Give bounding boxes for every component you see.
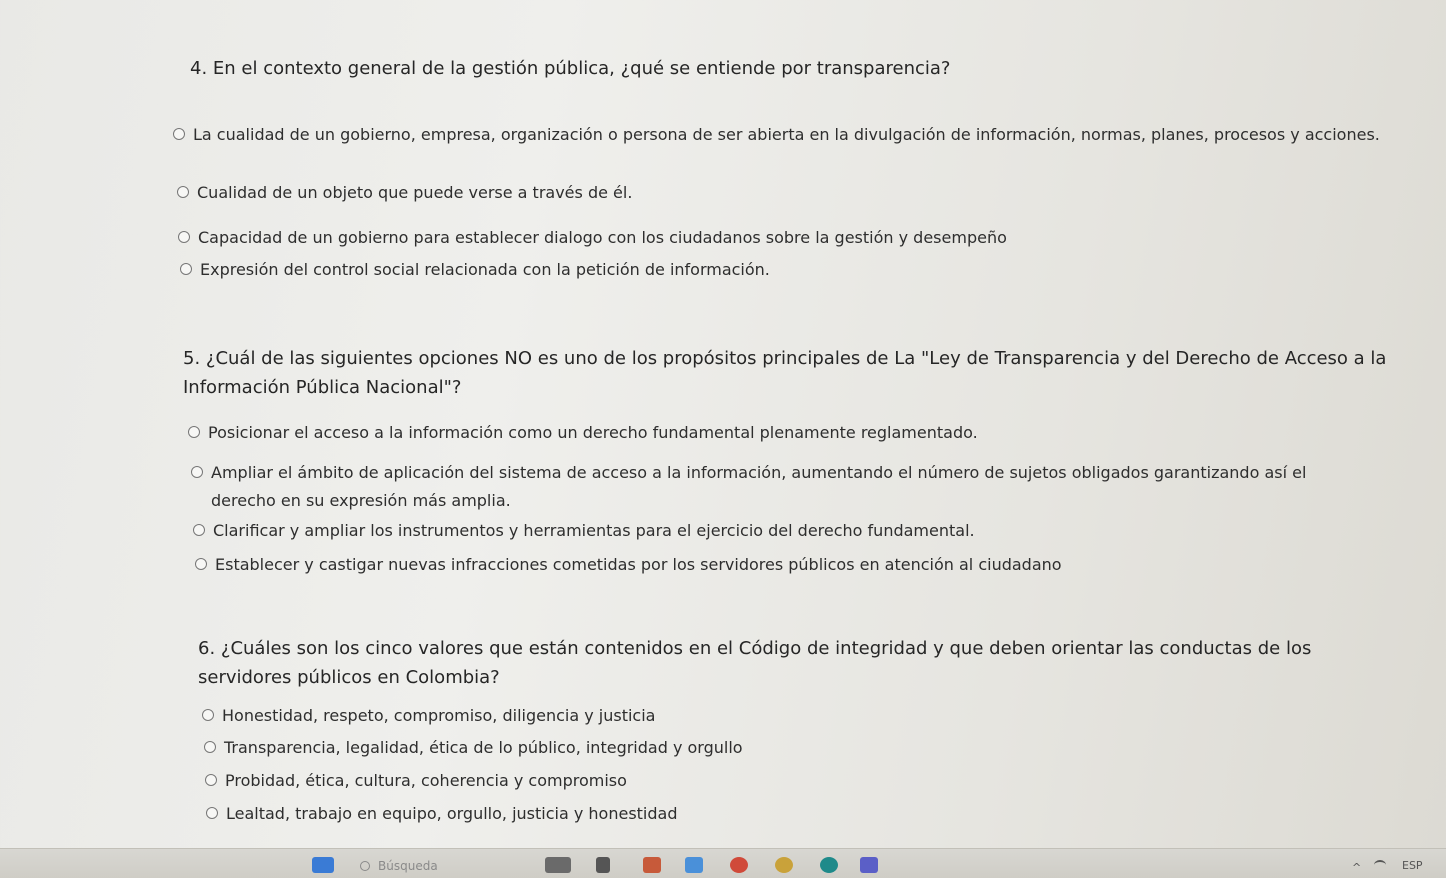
option-label: Establecer y castigar nuevas infraccione… [215,555,1062,574]
radio-button[interactable] [202,709,214,721]
radio-button[interactable] [206,807,218,819]
option-label: Cualidad de un objeto que puede verse a … [197,183,633,202]
question-6-title: 6. ¿Cuáles son los cinco valores que est… [198,638,1312,688]
search-icon [360,861,370,871]
question-4-title: 4. En el contexto general de la gestión … [190,58,951,79]
chevron-up-icon[interactable]: ^ [1352,861,1361,874]
radio-button[interactable] [204,741,216,753]
option-label: Clarificar y ampliar los instrumentos y … [213,521,975,540]
radio-button[interactable] [178,231,190,243]
radio-button[interactable] [205,774,217,786]
language-indicator[interactable]: ESP [1402,859,1423,872]
option-label: Posicionar el acceso a la información co… [208,423,978,442]
question-6-option-2[interactable]: Transparencia, legalidad, ética de lo pú… [204,734,1124,762]
app-icon[interactable] [643,857,661,873]
question-4-option-4[interactable]: Expresión del control social relacionada… [180,256,1350,284]
question-5-option-4[interactable]: Establecer y castigar nuevas infraccione… [195,551,1365,579]
radio-button[interactable] [188,426,200,438]
question-4-option-2[interactable]: Cualidad de un objeto que puede verse a … [177,179,1347,207]
option-label: Expresión del control social relacionada… [200,260,770,279]
teams-icon[interactable] [820,857,838,873]
store-icon[interactable] [685,857,703,873]
option-label: Lealtad, trabajo en equipo, orgullo, jus… [226,804,678,823]
radio-button[interactable] [191,466,203,478]
question-6-option-3[interactable]: Probidad, ética, cultura, coherencia y c… [205,767,1125,795]
option-label: Capacidad de un gobierno para establecer… [198,228,1007,247]
question-5-title: 5. ¿Cuál de las siguientes opciones NO e… [183,348,1387,398]
messaging-icon[interactable] [860,857,878,873]
question-4-option-3[interactable]: Capacidad de un gobierno para establecer… [178,224,1348,252]
taskbar: Búsqueda ^ ESP [0,848,1446,878]
file-explorer-icon[interactable] [596,857,610,873]
question-5-option-3[interactable]: Clarificar y ampliar los instrumentos y … [193,517,1363,545]
question-6-option-4[interactable]: Lealtad, trabajo en equipo, orgullo, jus… [206,800,1126,828]
chrome-icon[interactable] [730,857,748,873]
question-5-option-1[interactable]: Posicionar el acceso a la información co… [188,419,1358,447]
wifi-icon[interactable] [1374,860,1386,870]
option-label: Probidad, ética, cultura, coherencia y c… [225,771,627,790]
option-label: La cualidad de un gobierno, empresa, org… [193,125,1380,144]
radio-button[interactable] [195,558,207,570]
question-6-option-1[interactable]: Honestidad, respeto, compromiso, diligen… [202,702,1122,730]
option-label: Ampliar el ámbito de aplicación del sist… [211,463,1307,510]
search-placeholder: Búsqueda [378,859,438,873]
quiz-page: 4. En el contexto general de la gestión … [0,0,1446,845]
radio-button[interactable] [193,524,205,536]
task-view-icon[interactable] [545,857,571,873]
option-label: Transparencia, legalidad, ética de lo pú… [224,738,743,757]
radio-button[interactable] [173,128,185,140]
radio-button[interactable] [177,186,189,198]
radio-button[interactable] [180,263,192,275]
question-5-option-2[interactable]: Ampliar el ámbito de aplicación del sist… [191,459,1361,515]
taskbar-search[interactable]: Búsqueda [360,859,510,878]
edge-icon[interactable] [775,857,793,873]
question-4-option-1[interactable]: La cualidad de un gobierno, empresa, org… [173,121,1388,149]
start-icon[interactable] [312,857,334,873]
option-label: Honestidad, respeto, compromiso, diligen… [222,706,656,725]
